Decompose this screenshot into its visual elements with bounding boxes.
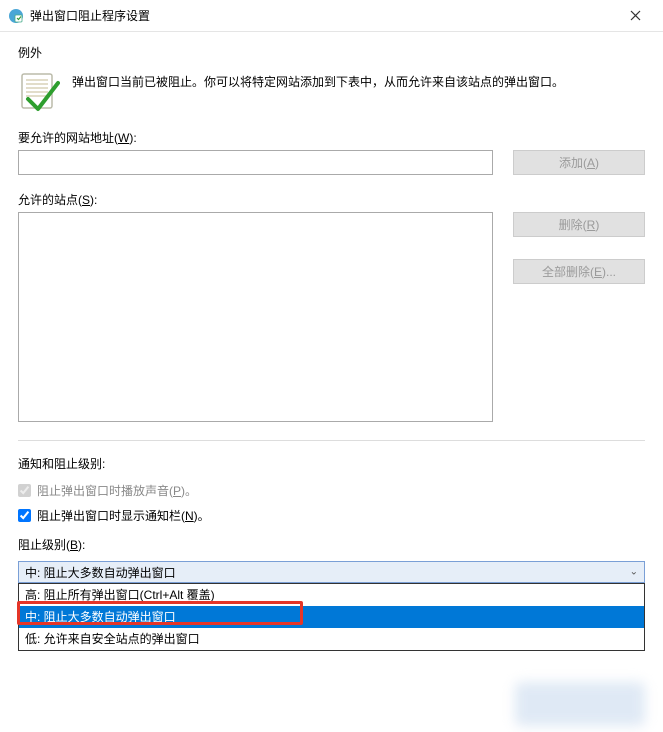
intro-text: 弹出窗口当前已被阻止。你可以将特定网站添加到下表中，从而允许来自该站点的弹出窗口… <box>72 71 564 92</box>
play-sound-checkbox-row: 阻止弹出窗口时播放声音(P)。 <box>18 482 645 499</box>
chevron-down-icon: ⌄ <box>630 567 638 578</box>
url-input[interactable] <box>18 150 493 175</box>
blurred-region <box>515 682 645 726</box>
intro-row: 弹出窗口当前已被阻止。你可以将特定网站添加到下表中，从而允许来自该站点的弹出窗口… <box>18 71 645 113</box>
divider <box>18 440 645 441</box>
allowed-sites-list[interactable] <box>18 212 493 422</box>
option-high[interactable]: 高: 阻止所有弹出窗口(Ctrl+Alt 覆盖) <box>19 584 644 606</box>
block-level-combo-wrap: 中: 阻止大多数自动弹出窗口 ⌄ 高: 阻止所有弹出窗口(Ctrl+Alt 覆盖… <box>18 561 645 583</box>
remove-button[interactable]: 删除(R) <box>513 212 645 237</box>
titlebar: 弹出窗口阻止程序设置 <box>0 0 663 32</box>
allowed-sites-label: 允许的站点(S): <box>18 191 645 208</box>
show-notification-checkbox-row[interactable]: 阻止弹出窗口时显示通知栏(N)。 <box>18 507 645 524</box>
option-low[interactable]: 低: 允许来自安全站点的弹出窗口 <box>19 628 644 650</box>
app-icon <box>8 8 24 24</box>
exceptions-heading: 例外 <box>18 44 645 61</box>
add-button[interactable]: 添加(A) <box>513 150 645 175</box>
block-level-label: 阻止级别(B): <box>18 536 645 553</box>
block-level-dropdown: 高: 阻止所有弹出窗口(Ctrl+Alt 覆盖) 中: 阻止大多数自动弹出窗口 … <box>18 583 645 651</box>
notifications-heading: 通知和阻止级别: <box>18 455 645 472</box>
show-notification-label: 阻止弹出窗口时显示通知栏(N)。 <box>37 507 210 524</box>
close-button[interactable] <box>615 2 655 30</box>
play-sound-checkbox <box>18 484 31 497</box>
show-notification-checkbox[interactable] <box>18 509 31 522</box>
url-label: 要允许的网站地址(W): <box>18 129 645 146</box>
block-level-combo[interactable]: 中: 阻止大多数自动弹出窗口 ⌄ <box>18 561 645 583</box>
option-medium[interactable]: 中: 阻止大多数自动弹出窗口 <box>19 606 644 628</box>
remove-all-button[interactable]: 全部删除(E)... <box>513 259 645 284</box>
close-icon <box>630 10 641 21</box>
document-check-icon <box>18 71 60 113</box>
block-level-selected: 中: 阻止大多数自动弹出窗口 <box>25 564 176 581</box>
window-title: 弹出窗口阻止程序设置 <box>30 7 615 24</box>
play-sound-label: 阻止弹出窗口时播放声音(P)。 <box>37 482 197 499</box>
